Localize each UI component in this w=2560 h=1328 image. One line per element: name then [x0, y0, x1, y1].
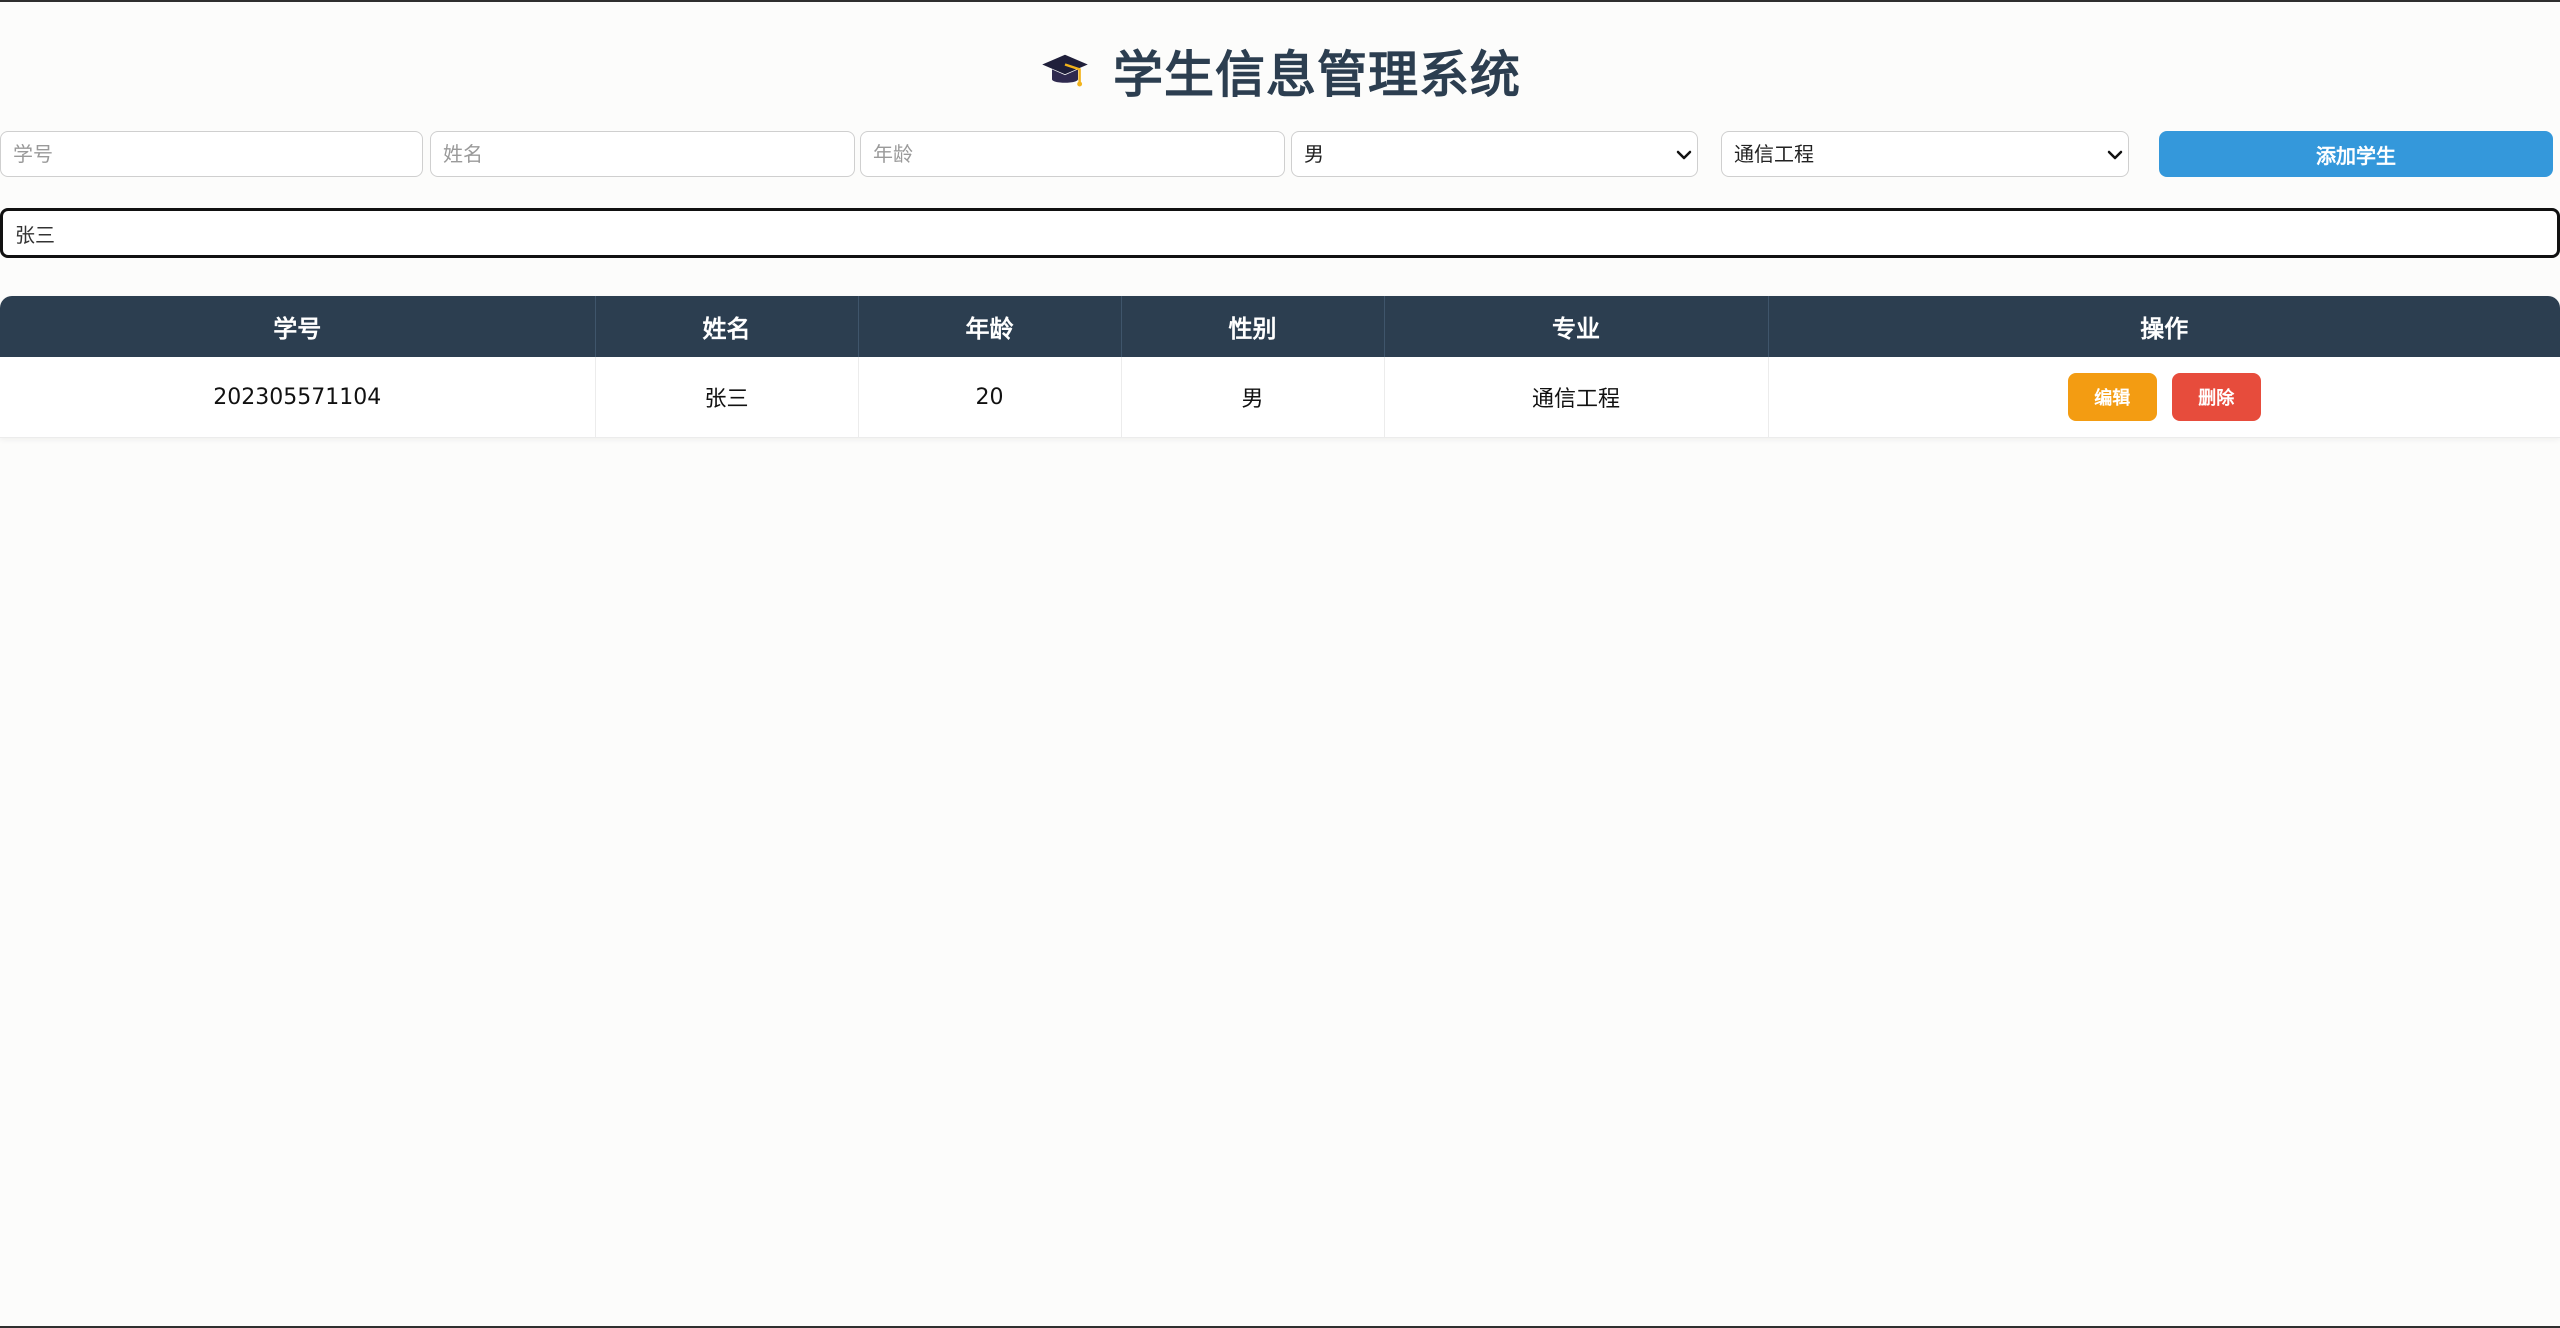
major-select[interactable]: 通信工程: [1721, 131, 2129, 177]
student-id-input[interactable]: [0, 131, 423, 177]
age-input[interactable]: [860, 131, 1285, 177]
edit-button[interactable]: 编辑: [2067, 373, 2157, 421]
student-table-wrapper: 学号 姓名 年龄 性别 专业 操作 202305571104 张三 20 男 通…: [0, 296, 2560, 438]
column-header-age: 年龄: [858, 296, 1122, 357]
column-header-name: 姓名: [595, 296, 859, 357]
gender-select[interactable]: 男: [1291, 131, 1698, 177]
table-row: 202305571104 张三 20 男 通信工程 编辑 删除: [0, 357, 2560, 438]
row-actions: 编辑 删除: [2067, 373, 2261, 421]
add-student-button[interactable]: 添加学生: [2159, 131, 2553, 177]
cell-student-id: 202305571104: [0, 357, 596, 438]
column-header-student-id: 学号: [0, 296, 596, 357]
page-title: 学生信息管理系统: [1113, 46, 1521, 104]
search-input[interactable]: [0, 208, 2560, 258]
delete-button[interactable]: 删除: [2171, 373, 2261, 421]
column-header-major: 专业: [1384, 296, 1769, 357]
cell-actions: 编辑 删除: [1768, 357, 2560, 438]
cell-age: 20: [858, 357, 1122, 438]
student-table: 学号 姓名 年龄 性别 专业 操作 202305571104 张三 20 男 通…: [0, 296, 2560, 438]
cell-major: 通信工程: [1384, 357, 1769, 438]
table-header-row: 学号 姓名 年龄 性别 专业 操作: [0, 296, 2560, 357]
column-header-actions: 操作: [1768, 296, 2560, 357]
name-input[interactable]: [430, 131, 855, 177]
cell-gender: 男: [1121, 357, 1385, 438]
column-header-gender: 性别: [1121, 296, 1385, 357]
graduation-cap-icon: [1042, 54, 1088, 87]
page-header: 学生信息管理系统: [0, 36, 2560, 106]
cell-name: 张三: [595, 357, 859, 438]
